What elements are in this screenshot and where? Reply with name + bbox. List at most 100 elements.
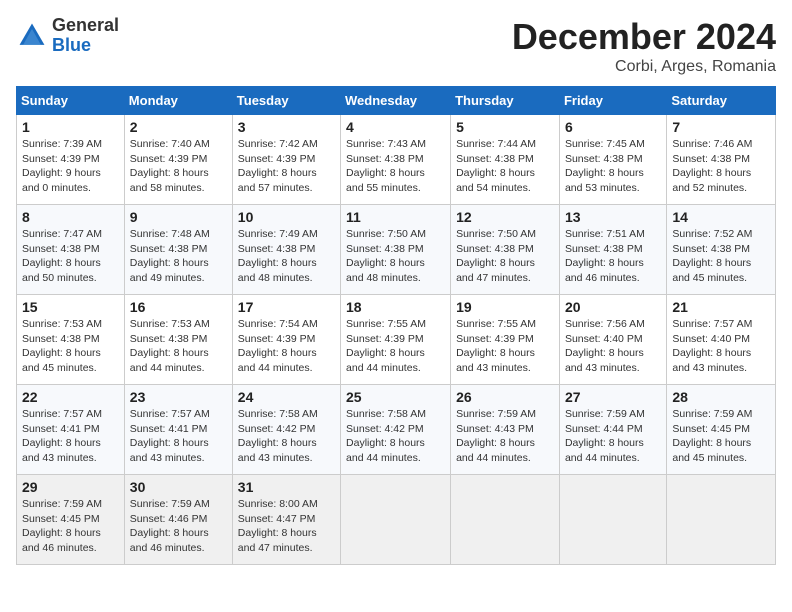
day-info: Sunrise: 7:57 AMSunset: 4:40 PMDaylight:… bbox=[672, 317, 770, 376]
day-number: 17 bbox=[238, 299, 335, 315]
day-number: 8 bbox=[22, 209, 119, 225]
calendar-week-row: 8 Sunrise: 7:47 AMSunset: 4:38 PMDaylight… bbox=[17, 205, 776, 295]
calendar-cell: 31Sunrise: 8:00 AMSunset: 4:47 PMDayligh… bbox=[232, 475, 340, 565]
day-number: 24 bbox=[238, 389, 335, 405]
day-number: 23 bbox=[130, 389, 227, 405]
day-number: 11 bbox=[346, 209, 445, 225]
calendar-body: 1 Sunrise: 7:39 AMSunset: 4:39 PMDaylight… bbox=[17, 115, 776, 565]
calendar-week-row: 15 Sunrise: 7:53 AMSunset: 4:38 PMDayligh… bbox=[17, 295, 776, 385]
location-title: Corbi, Arges, Romania bbox=[512, 58, 776, 76]
day-number: 30 bbox=[130, 479, 227, 495]
day-info: Sunrise: 7:52 AMSunset: 4:38 PMDaylight:… bbox=[672, 227, 770, 286]
day-number: 16 bbox=[130, 299, 227, 315]
title-block: December 2024 Corbi, Arges, Romania bbox=[512, 16, 776, 76]
calendar-cell: 1 Sunrise: 7:39 AMSunset: 4:39 PMDaylight… bbox=[17, 115, 125, 205]
calendar-cell: 17 Sunrise: 7:54 AMSunset: 4:39 PMDayligh… bbox=[232, 295, 340, 385]
calendar-cell: 5 Sunrise: 7:44 AMSunset: 4:38 PMDaylight… bbox=[451, 115, 560, 205]
page-header: General Blue December 2024 Corbi, Arges,… bbox=[16, 16, 776, 76]
calendar-week-row: 22 Sunrise: 7:57 AMSunset: 4:41 PMDayligh… bbox=[17, 385, 776, 475]
calendar-cell: 28 Sunrise: 7:59 AMSunset: 4:45 PMDayligh… bbox=[667, 385, 776, 475]
day-number: 28 bbox=[672, 389, 770, 405]
day-info: Sunrise: 7:40 AMSunset: 4:39 PMDaylight:… bbox=[130, 137, 227, 196]
calendar-week-row: 29Sunrise: 7:59 AMSunset: 4:45 PMDayligh… bbox=[17, 475, 776, 565]
day-number: 10 bbox=[238, 209, 335, 225]
header-cell-thursday: Thursday bbox=[451, 87, 560, 115]
logo-icon bbox=[16, 20, 48, 52]
day-number: 6 bbox=[565, 119, 661, 135]
calendar-cell: 10 Sunrise: 7:49 AMSunset: 4:38 PMDayligh… bbox=[232, 205, 340, 295]
calendar-cell: 8 Sunrise: 7:47 AMSunset: 4:38 PMDaylight… bbox=[17, 205, 125, 295]
day-info: Sunrise: 8:00 AMSunset: 4:47 PMDaylight:… bbox=[238, 497, 335, 556]
calendar-cell: 27Sunrise: 7:59 AMSunset: 4:44 PMDayligh… bbox=[559, 385, 666, 475]
day-number: 5 bbox=[456, 119, 554, 135]
day-number: 15 bbox=[22, 299, 119, 315]
day-number: 12 bbox=[456, 209, 554, 225]
day-number: 19 bbox=[456, 299, 554, 315]
day-info: Sunrise: 7:56 AMSunset: 4:40 PMDaylight:… bbox=[565, 317, 661, 376]
day-info: Sunrise: 7:54 AMSunset: 4:39 PMDaylight:… bbox=[238, 317, 335, 376]
day-info: Sunrise: 7:53 AMSunset: 4:38 PMDaylight:… bbox=[22, 317, 119, 376]
day-info: Sunrise: 7:50 AMSunset: 4:38 PMDaylight:… bbox=[346, 227, 445, 286]
calendar-cell: 30 Sunrise: 7:59 AMSunset: 4:46 PMDayligh… bbox=[124, 475, 232, 565]
day-info: Sunrise: 7:58 AMSunset: 4:42 PMDaylight:… bbox=[238, 407, 335, 466]
calendar-cell: 4 Sunrise: 7:43 AMSunset: 4:38 PMDaylight… bbox=[341, 115, 451, 205]
day-info: Sunrise: 7:43 AMSunset: 4:38 PMDaylight:… bbox=[346, 137, 445, 196]
header-cell-wednesday: Wednesday bbox=[341, 87, 451, 115]
calendar-cell: 13Sunrise: 7:51 AMSunset: 4:38 PMDayligh… bbox=[559, 205, 666, 295]
calendar-cell: 29Sunrise: 7:59 AMSunset: 4:45 PMDayligh… bbox=[17, 475, 125, 565]
day-info: Sunrise: 7:47 AMSunset: 4:38 PMDaylight:… bbox=[22, 227, 119, 286]
day-info: Sunrise: 7:59 AMSunset: 4:43 PMDaylight:… bbox=[456, 407, 554, 466]
day-info: Sunrise: 7:59 AMSunset: 4:45 PMDaylight:… bbox=[672, 407, 770, 466]
day-number: 4 bbox=[346, 119, 445, 135]
day-number: 7 bbox=[672, 119, 770, 135]
day-info: Sunrise: 7:55 AMSunset: 4:39 PMDaylight:… bbox=[346, 317, 445, 376]
day-number: 13 bbox=[565, 209, 661, 225]
calendar-cell: 11 Sunrise: 7:50 AMSunset: 4:38 PMDayligh… bbox=[341, 205, 451, 295]
calendar-cell: 14 Sunrise: 7:52 AMSunset: 4:38 PMDayligh… bbox=[667, 205, 776, 295]
calendar-week-row: 1 Sunrise: 7:39 AMSunset: 4:39 PMDaylight… bbox=[17, 115, 776, 205]
calendar-cell: 15 Sunrise: 7:53 AMSunset: 4:38 PMDayligh… bbox=[17, 295, 125, 385]
logo-blue: Blue bbox=[52, 35, 91, 55]
calendar-cell bbox=[559, 475, 666, 565]
day-number: 22 bbox=[22, 389, 119, 405]
day-number: 1 bbox=[22, 119, 119, 135]
day-info: Sunrise: 7:59 AMSunset: 4:44 PMDaylight:… bbox=[565, 407, 661, 466]
day-number: 18 bbox=[346, 299, 445, 315]
calendar-cell bbox=[451, 475, 560, 565]
day-info: Sunrise: 7:49 AMSunset: 4:38 PMDaylight:… bbox=[238, 227, 335, 286]
calendar-cell: 9Sunrise: 7:48 AMSunset: 4:38 PMDaylight… bbox=[124, 205, 232, 295]
logo-text: General Blue bbox=[52, 16, 119, 56]
day-info: Sunrise: 7:46 AMSunset: 4:38 PMDaylight:… bbox=[672, 137, 770, 196]
day-number: 26 bbox=[456, 389, 554, 405]
header-cell-friday: Friday bbox=[559, 87, 666, 115]
calendar-cell bbox=[667, 475, 776, 565]
day-number: 9 bbox=[130, 209, 227, 225]
header-cell-sunday: Sunday bbox=[17, 87, 125, 115]
day-info: Sunrise: 7:39 AMSunset: 4:39 PMDaylight:… bbox=[22, 137, 119, 196]
calendar-header-row: SundayMondayTuesdayWednesdayThursdayFrid… bbox=[17, 87, 776, 115]
day-info: Sunrise: 7:59 AMSunset: 4:46 PMDaylight:… bbox=[130, 497, 227, 556]
day-info: Sunrise: 7:45 AMSunset: 4:38 PMDaylight:… bbox=[565, 137, 661, 196]
calendar-cell: 21Sunrise: 7:57 AMSunset: 4:40 PMDayligh… bbox=[667, 295, 776, 385]
calendar-cell: 19 Sunrise: 7:55 AMSunset: 4:39 PMDayligh… bbox=[451, 295, 560, 385]
calendar-cell: 6 Sunrise: 7:45 AMSunset: 4:38 PMDaylight… bbox=[559, 115, 666, 205]
day-number: 14 bbox=[672, 209, 770, 225]
header-cell-monday: Monday bbox=[124, 87, 232, 115]
calendar-cell bbox=[341, 475, 451, 565]
calendar-cell: 22Sunrise: 7:57 AMSunset: 4:41 PMDayligh… bbox=[17, 385, 125, 475]
day-number: 20 bbox=[565, 299, 661, 315]
header-cell-saturday: Saturday bbox=[667, 87, 776, 115]
calendar-cell: 20 Sunrise: 7:56 AMSunset: 4:40 PMDayligh… bbox=[559, 295, 666, 385]
calendar-cell: 23 Sunrise: 7:57 AMSunset: 4:41 PMDayligh… bbox=[124, 385, 232, 475]
calendar-cell: 16Sunrise: 7:53 AMSunset: 4:38 PMDayligh… bbox=[124, 295, 232, 385]
day-info: Sunrise: 7:44 AMSunset: 4:38 PMDaylight:… bbox=[456, 137, 554, 196]
header-cell-tuesday: Tuesday bbox=[232, 87, 340, 115]
calendar-cell: 24 Sunrise: 7:58 AMSunset: 4:42 PMDayligh… bbox=[232, 385, 340, 475]
day-info: Sunrise: 7:59 AMSunset: 4:45 PMDaylight:… bbox=[22, 497, 119, 556]
day-number: 2 bbox=[130, 119, 227, 135]
calendar-cell: 7 Sunrise: 7:46 AMSunset: 4:38 PMDaylight… bbox=[667, 115, 776, 205]
calendar-cell: 12Sunrise: 7:50 AMSunset: 4:38 PMDayligh… bbox=[451, 205, 560, 295]
calendar-cell: 2 Sunrise: 7:40 AMSunset: 4:39 PMDaylight… bbox=[124, 115, 232, 205]
day-info: Sunrise: 7:55 AMSunset: 4:39 PMDaylight:… bbox=[456, 317, 554, 376]
day-info: Sunrise: 7:57 AMSunset: 4:41 PMDaylight:… bbox=[130, 407, 227, 466]
